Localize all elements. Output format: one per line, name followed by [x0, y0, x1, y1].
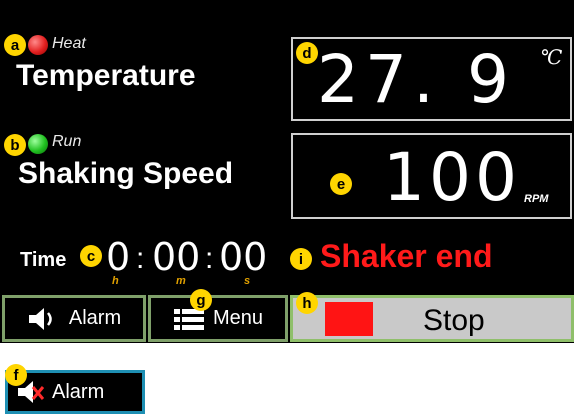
time-separator-2: : — [205, 242, 214, 275]
time-seconds: 00 — [219, 235, 268, 279]
time-seconds-unit: s — [244, 275, 251, 287]
stop-button[interactable]: Stop — [290, 295, 574, 342]
run-indicator-led — [28, 134, 48, 154]
callout-h: h — [296, 292, 318, 314]
time-separator-1: : — [136, 242, 145, 275]
heat-indicator-label: Heat — [52, 35, 86, 52]
callout-b: b — [4, 134, 26, 156]
stop-button-label: Stop — [423, 304, 485, 337]
time-hours-unit: h — [112, 275, 119, 287]
alarm-button[interactable]: Alarm — [2, 295, 146, 342]
callout-c: c — [80, 245, 102, 267]
time-hours: 0 — [106, 235, 131, 279]
menu-button[interactable]: Menu — [148, 295, 288, 342]
control-panel: a Heat Temperature 27. 9 ℃ d b Run Shaki… — [0, 0, 574, 343]
callout-e: e — [330, 173, 352, 195]
alarm-button-label: Alarm — [68, 307, 122, 329]
time-minutes: 00 — [152, 235, 201, 279]
shaking-speed-value: 100 — [383, 139, 521, 216]
run-indicator-label: Run — [52, 133, 82, 150]
callout-i: i — [290, 248, 312, 270]
speaker-icon — [27, 307, 61, 331]
temperature-unit: ℃ — [540, 45, 563, 69]
heat-indicator-led — [28, 35, 48, 55]
callout-g: g — [190, 289, 212, 311]
status-message: Shaker end — [320, 238, 493, 274]
temperature-value: 27. 9 — [317, 41, 515, 118]
shaking-speed-unit: RPM — [524, 193, 549, 205]
stop-square-icon — [325, 302, 373, 336]
shaking-speed-label: Shaking Speed — [18, 157, 234, 190]
temperature-label: Temperature — [16, 59, 196, 92]
callout-f: f — [5, 364, 27, 386]
callout-d: d — [296, 42, 318, 64]
callout-a: a — [4, 34, 26, 56]
time-label: Time — [20, 249, 67, 271]
time-minutes-unit: m — [176, 275, 186, 287]
temperature-display[interactable]: 27. 9 ℃ — [291, 37, 572, 121]
alarm-muted-label: Alarm — [52, 380, 105, 403]
menu-button-label: Menu — [212, 307, 264, 329]
